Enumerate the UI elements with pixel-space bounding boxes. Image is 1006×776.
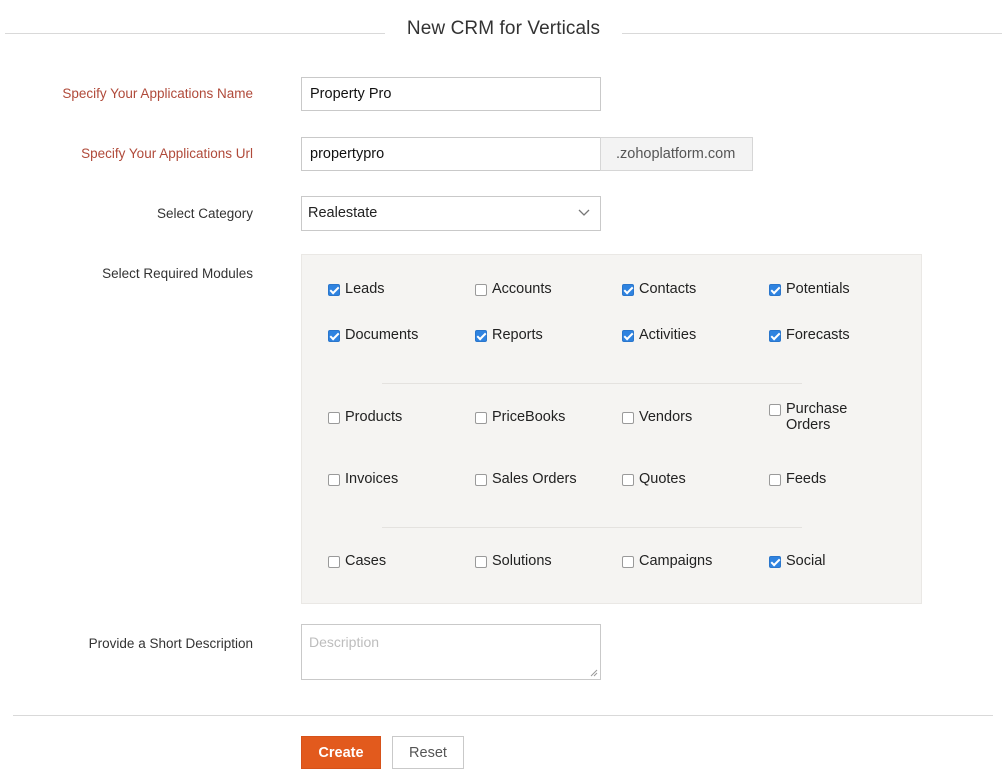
module-checkbox-activities[interactable]: Activities <box>622 327 696 343</box>
footer-divider <box>13 715 993 716</box>
module-checkbox-invoices[interactable]: Invoices <box>328 471 398 487</box>
module-label: Reports <box>492 327 543 343</box>
description-textarea[interactable]: Description <box>301 624 601 680</box>
module-checkbox-social[interactable]: Social <box>769 553 826 569</box>
module-checkbox-reports[interactable]: Reports <box>475 327 543 343</box>
module-label: Leads <box>345 281 385 297</box>
module-label: Social <box>786 553 826 569</box>
module-label: PriceBooks <box>492 409 566 425</box>
module-label: Documents <box>345 327 419 343</box>
module-checkbox-accounts[interactable]: Accounts <box>475 281 552 297</box>
module-label: Sales Orders <box>492 471 577 487</box>
modules-divider <box>382 383 802 384</box>
checkbox[interactable] <box>769 330 781 342</box>
module-checkbox-quotes[interactable]: Quotes <box>622 471 686 487</box>
chevron-down-icon <box>578 209 590 216</box>
checkbox[interactable] <box>328 474 340 486</box>
checkbox[interactable] <box>328 412 340 424</box>
module-label: Cases <box>345 553 387 569</box>
checkbox[interactable] <box>475 412 487 424</box>
module-label: Accounts <box>492 281 552 297</box>
module-checkbox-vendors[interactable]: Vendors <box>622 409 692 425</box>
page-header: New CRM for Verticals <box>0 16 1006 46</box>
module-checkbox-pricebooks[interactable]: PriceBooks <box>475 409 565 425</box>
checkbox[interactable] <box>622 474 634 486</box>
checkbox[interactable] <box>328 284 340 296</box>
description-label: Provide a Short Description <box>88 636 253 651</box>
module-checkbox-feeds[interactable]: Feeds <box>769 471 826 487</box>
checkbox[interactable] <box>769 474 781 486</box>
checkbox[interactable] <box>622 284 634 296</box>
module-label: Activities <box>639 327 697 343</box>
resize-handle-icon[interactable] <box>590 669 598 677</box>
url-domain-suffix: .zohoplatform.com <box>600 137 753 171</box>
module-label: Purchase Orders <box>786 401 848 433</box>
module-label: Quotes <box>639 471 686 487</box>
module-label: Contacts <box>639 281 697 297</box>
checkbox[interactable] <box>769 556 781 568</box>
module-label: Vendors <box>639 409 693 425</box>
checkbox[interactable] <box>769 404 781 416</box>
checkbox[interactable] <box>475 284 487 296</box>
module-label: Feeds <box>786 471 827 487</box>
module-checkbox-leads[interactable]: Leads <box>328 281 385 297</box>
page-title: New CRM for Verticals <box>406 18 601 39</box>
module-label: Forecasts <box>786 327 850 343</box>
module-label: Potentials <box>786 281 850 297</box>
reset-button[interactable]: Reset <box>392 736 464 769</box>
module-checkbox-sales-orders[interactable]: Sales Orders <box>475 471 577 487</box>
header-divider-left <box>5 33 385 34</box>
module-checkbox-contacts[interactable]: Contacts <box>622 281 696 297</box>
checkbox[interactable] <box>475 474 487 486</box>
header-divider-right <box>622 33 1002 34</box>
category-selected-value: Realestate <box>308 205 378 221</box>
checkbox[interactable] <box>622 556 634 568</box>
module-checkbox-cases[interactable]: Cases <box>328 553 386 569</box>
app-name-label: Specify Your Applications Name <box>62 86 253 101</box>
module-label: Invoices <box>345 471 399 487</box>
modules-panel: Leads Accounts Contacts Potentials Documents… <box>301 254 922 604</box>
module-checkbox-purchase-orders[interactable]: Purchase Orders <box>769 401 869 433</box>
checkbox[interactable] <box>475 330 487 342</box>
checkbox[interactable] <box>622 330 634 342</box>
description-placeholder: Description <box>309 634 380 650</box>
module-checkbox-potentials[interactable]: Potentials <box>769 281 850 297</box>
modules-divider <box>382 527 802 528</box>
module-checkbox-forecasts[interactable]: Forecasts <box>769 327 850 343</box>
checkbox[interactable] <box>769 284 781 296</box>
checkbox[interactable] <box>328 556 340 568</box>
checkbox[interactable] <box>328 330 340 342</box>
modules-label: Select Required Modules <box>102 266 253 281</box>
app-name-input[interactable]: Property Pro <box>301 77 601 111</box>
module-label: Campaigns <box>639 553 713 569</box>
module-label: Solutions <box>492 553 552 569</box>
module-label: Products <box>345 409 403 425</box>
module-checkbox-documents[interactable]: Documents <box>328 327 418 343</box>
checkbox[interactable] <box>475 556 487 568</box>
module-checkbox-products[interactable]: Products <box>328 409 402 425</box>
module-checkbox-solutions[interactable]: Solutions <box>475 553 552 569</box>
app-url-label: Specify Your Applications Url <box>81 146 253 161</box>
checkbox[interactable] <box>622 412 634 424</box>
category-label: Select Category <box>156 206 253 221</box>
category-select[interactable]: Realestate <box>301 196 601 231</box>
create-button[interactable]: Create <box>301 736 381 769</box>
module-checkbox-campaigns[interactable]: Campaigns <box>622 553 712 569</box>
app-url-input[interactable]: propertypro <box>301 137 601 171</box>
